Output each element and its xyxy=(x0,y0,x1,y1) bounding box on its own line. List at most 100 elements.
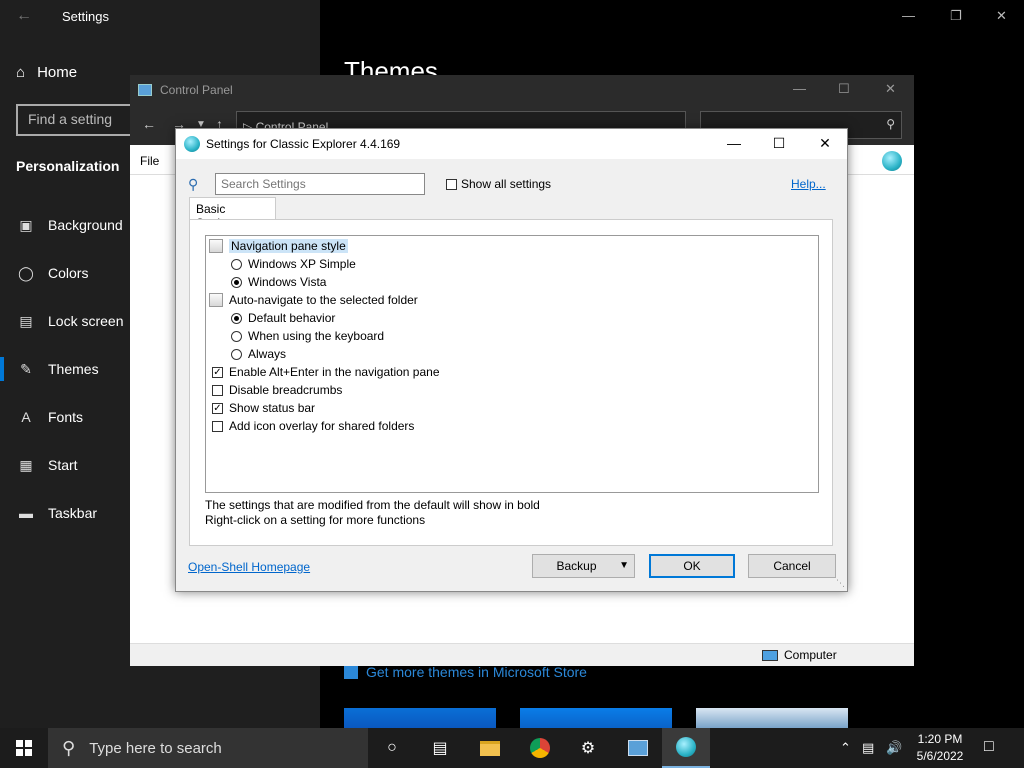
tree-label: Windows XP Simple xyxy=(248,257,356,271)
status-bar: Computer xyxy=(130,643,914,666)
search-settings-input[interactable] xyxy=(215,173,425,195)
settings-tree[interactable]: Navigation pane style Windows XP Simple … xyxy=(205,235,819,493)
radio-button[interactable] xyxy=(231,312,242,324)
checkbox[interactable] xyxy=(212,420,223,432)
maximize-icon[interactable]: ☐ xyxy=(757,135,801,152)
chrome-icon[interactable] xyxy=(516,728,564,768)
volume-icon[interactable]: 🔊 xyxy=(886,740,902,756)
cancel-button[interactable]: Cancel xyxy=(748,554,836,578)
home-icon: ⌂ xyxy=(16,64,26,81)
store-link-label: Get more themes in Microsoft Store xyxy=(366,664,587,680)
tree-check[interactable]: ✓ Enable Alt+Enter in the navigation pan… xyxy=(212,363,440,381)
show-hidden-icons-chevron-icon[interactable]: ⌃ xyxy=(840,740,851,756)
back-arrow-icon[interactable]: ← xyxy=(142,116,156,132)
radio-button[interactable] xyxy=(231,348,242,360)
back-arrow-icon[interactable]: ← xyxy=(16,7,32,25)
section-heading: Personalization xyxy=(16,158,120,174)
minimize-icon[interactable]: — xyxy=(902,8,915,23)
nav-label: Themes xyxy=(48,361,99,377)
menu-file[interactable]: File xyxy=(140,154,159,168)
classic-shell-icon[interactable] xyxy=(882,151,902,171)
classic-shell-taskbar-icon[interactable] xyxy=(662,728,710,768)
dialog-title: Settings for Classic Explorer 4.4.169 xyxy=(206,137,401,151)
tree-radio[interactable]: Windows Vista xyxy=(231,273,326,291)
task-view-icon[interactable]: ▤ xyxy=(416,728,464,768)
picture-icon: ▣ xyxy=(19,216,33,233)
tree-radio[interactable]: When using the keyboard xyxy=(231,327,384,345)
control-panel-taskbar-icon[interactable] xyxy=(614,728,662,768)
network-icon[interactable]: ▤ xyxy=(862,740,874,756)
tree-radio[interactable]: Windows XP Simple xyxy=(231,255,356,273)
close-icon[interactable]: ✕ xyxy=(803,135,847,152)
tree-check[interactable]: ✓ Show status bar xyxy=(212,399,315,417)
nav-label: Lock screen xyxy=(48,313,124,329)
nav-label: Background xyxy=(48,217,123,233)
theme-thumbnail[interactable] xyxy=(344,708,496,728)
cortana-icon[interactable]: ○ xyxy=(368,728,416,768)
home-nav-item[interactable]: ⌂ Home xyxy=(16,64,77,81)
search-icon: ⚲ xyxy=(62,737,76,758)
tree-radio[interactable]: Default behavior xyxy=(231,309,335,327)
open-shell-homepage-link[interactable]: Open-Shell Homepage xyxy=(188,560,310,574)
tree-check[interactable]: Disable breadcrumbs xyxy=(212,381,342,399)
radio-button[interactable] xyxy=(231,258,242,270)
show-all-settings-checkbox[interactable]: Show all settings xyxy=(446,177,551,191)
dropdown-arrow-icon: ▼ xyxy=(619,560,629,571)
minimize-icon[interactable]: — xyxy=(712,135,756,151)
tree-label: Show status bar xyxy=(229,401,316,415)
tree-label: Always xyxy=(248,347,287,361)
checkbox[interactable] xyxy=(212,384,223,396)
resize-grip-icon[interactable]: ⋱ xyxy=(836,578,845,589)
tree-group[interactable]: Navigation pane style xyxy=(209,237,348,255)
help-link[interactable]: Help... xyxy=(791,177,826,191)
settings-group-icon xyxy=(209,239,223,253)
backup-label: Backup xyxy=(556,559,597,573)
taskbar-icon: ▬ xyxy=(19,505,33,521)
palette-icon: ◯ xyxy=(18,264,34,281)
checkbox[interactable]: ✓ xyxy=(212,366,223,378)
taskbar-search[interactable]: ⚲ Type here to search xyxy=(48,728,368,768)
nav-label: Taskbar xyxy=(48,505,98,521)
tab-basic-settings[interactable]: Basic Settings xyxy=(189,197,276,230)
store-link[interactable]: Get more themes in Microsoft Store xyxy=(344,664,587,680)
tree-label: Windows Vista xyxy=(248,275,327,289)
radio-button[interactable] xyxy=(231,330,242,342)
start-button[interactable] xyxy=(0,728,48,768)
info-note: Right-click on a setting for more functi… xyxy=(205,513,426,527)
tree-radio[interactable]: Always xyxy=(231,345,286,363)
clock-time: 1:20 PM xyxy=(917,732,963,746)
tab-panel: Navigation pane style Windows XP Simple … xyxy=(189,219,833,546)
close-icon[interactable]: ✕ xyxy=(996,8,1007,24)
minimize-icon[interactable]: — xyxy=(793,81,806,96)
restore-icon[interactable]: ❐ xyxy=(950,8,962,24)
tree-label: Add icon overlay for shared folders xyxy=(229,419,415,433)
font-icon: A xyxy=(21,409,31,425)
search-icon: ⚲ xyxy=(188,176,199,192)
start-tiles-icon: ▦ xyxy=(19,456,33,473)
theme-thumbnail[interactable] xyxy=(696,708,848,728)
tree-label: Disable breadcrumbs xyxy=(229,383,343,397)
settings-gear-icon[interactable]: ⚙ xyxy=(564,728,612,768)
classic-explorer-settings-dialog: Settings for Classic Explorer 4.4.169 — … xyxy=(175,128,848,592)
ok-button[interactable]: OK xyxy=(649,554,735,578)
backup-button[interactable]: Backup ▼ xyxy=(532,554,635,578)
close-icon[interactable]: ✕ xyxy=(885,81,896,97)
info-note: The settings that are modified from the … xyxy=(205,498,540,512)
clock-date: 5/6/2022 xyxy=(916,749,964,763)
checkbox[interactable]: ✓ xyxy=(212,402,223,414)
checkbox[interactable] xyxy=(446,178,457,190)
tree-label: Navigation pane style xyxy=(229,239,348,253)
search-icon: ⚲ xyxy=(886,117,895,131)
brush-icon: ✎ xyxy=(20,360,32,377)
tree-group[interactable]: Auto-navigate to the selected folder xyxy=(209,291,418,309)
clock[interactable]: 1:20 PM 5/6/2022 xyxy=(910,731,970,765)
file-explorer-icon[interactable] xyxy=(466,728,514,768)
settings-app-title: Settings xyxy=(62,9,109,24)
radio-button[interactable] xyxy=(231,276,242,288)
theme-thumbnail[interactable] xyxy=(520,708,672,728)
control-panel-title: Control Panel xyxy=(160,83,233,97)
taskbar: ⚲ Type here to search ○ ▤ ⚙ ⌃ ▤ 🔊 1:20 P… xyxy=(0,728,1024,768)
notifications-icon[interactable]: □ xyxy=(984,738,994,756)
tree-check[interactable]: Add icon overlay for shared folders xyxy=(212,417,414,435)
maximize-icon[interactable]: ☐ xyxy=(838,81,850,97)
